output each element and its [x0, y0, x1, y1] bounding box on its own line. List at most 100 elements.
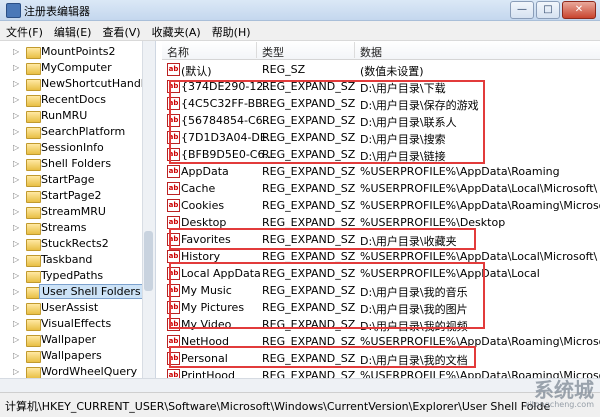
value-data: (数值未设置)	[360, 65, 424, 78]
close-button[interactable]: ✕	[562, 1, 596, 19]
tree-item[interactable]: ▷ VisualEffects	[0, 316, 155, 332]
tree-item[interactable]: ▷ StuckRects2	[0, 236, 155, 252]
tree-item[interactable]: ▷ RunMRU	[0, 108, 155, 124]
window-controls: — □ ✕	[510, 1, 596, 19]
tree-item[interactable]: ▷ MyComputer	[0, 60, 155, 76]
tree-item-label: SessionInfo	[41, 141, 104, 154]
expand-arrow-icon[interactable]: ▷	[13, 175, 19, 184]
expand-arrow-icon[interactable]: ▷	[13, 367, 19, 376]
menu-help[interactable]: 帮助(H)	[206, 21, 256, 40]
expand-arrow-icon[interactable]: ▷	[13, 223, 19, 232]
tree-item[interactable]: ▷ SessionInfo	[0, 140, 155, 156]
expand-arrow-icon[interactable]: ▷	[13, 335, 19, 344]
folder-icon	[26, 79, 41, 91]
horizontal-scrollbar[interactable]	[0, 378, 600, 392]
expand-arrow-icon[interactable]: ▷	[13, 303, 19, 312]
tree-item[interactable]: ▷ SearchPlatform	[0, 124, 155, 140]
minimize-button[interactable]: —	[510, 1, 534, 19]
expand-arrow-icon[interactable]: ▷	[13, 287, 19, 296]
value-name: Cache	[181, 182, 216, 195]
expand-arrow-icon[interactable]: ▷	[13, 79, 19, 88]
expand-arrow-icon[interactable]: ▷	[13, 207, 19, 216]
value-row[interactable]: ab Cache REG_EXPAND_SZ %USERPROFILE%\AppDat…	[162, 180, 600, 197]
tree-item-label: UserAssist	[41, 301, 99, 314]
tree-item[interactable]: ▷ Streams	[0, 220, 155, 236]
expand-arrow-icon[interactable]: ▷	[13, 351, 19, 360]
string-value-icon: ab	[167, 199, 180, 212]
value-type: REG_EXPAND_SZ	[262, 199, 356, 212]
expand-arrow-icon[interactable]: ▷	[13, 127, 19, 136]
folder-icon	[26, 367, 41, 378]
expand-arrow-icon[interactable]: ▷	[13, 239, 19, 248]
value-name: PrintHood	[181, 369, 236, 378]
tree-item[interactable]: ▷ RecentDocs	[0, 92, 155, 108]
tree-item-label: VisualEffects	[41, 317, 112, 330]
tree-item[interactable]: ▷ MountPoints2	[0, 44, 155, 60]
tree-scroll-thumb[interactable]	[144, 231, 153, 291]
column-header-type[interactable]: 类型	[262, 44, 284, 60]
value-row[interactable]: ab AppData REG_EXPAND_SZ %USERPROFILE%\AppD…	[162, 163, 600, 180]
watermark-url: xitongcheng.com	[524, 400, 594, 409]
tree-item[interactable]: ▷ UserAssist	[0, 300, 155, 316]
tree-item[interactable]: ▷ TypedPaths	[0, 268, 155, 284]
highlight-box	[169, 80, 485, 164]
value-name: (默认)	[181, 65, 212, 78]
expand-arrow-icon[interactable]: ▷	[13, 47, 19, 56]
expand-arrow-icon[interactable]: ▷	[13, 143, 19, 152]
folder-icon	[26, 47, 41, 59]
tree-item-label: Wallpaper	[41, 333, 97, 346]
highlight-box	[169, 346, 476, 368]
folder-icon	[26, 303, 41, 315]
tree-item[interactable]: ▷ NewShortcutHandlers	[0, 76, 155, 92]
column-divider[interactable]	[354, 42, 355, 58]
tree-item-label: MountPoints2	[41, 45, 116, 58]
value-data: %USERPROFILE%\AppData\Roaming	[360, 165, 560, 178]
column-divider[interactable]	[256, 42, 257, 58]
expand-arrow-icon[interactable]: ▷	[13, 95, 19, 104]
tree-item-label: TypedPaths	[41, 269, 104, 282]
tree-item[interactable]: ▷ Shell Folders	[0, 156, 155, 172]
tree-item-label: StartPage	[41, 173, 95, 186]
tree-item-label: StartPage2	[41, 189, 102, 202]
tree-item[interactable]: ▷ WordWheelQuery	[0, 364, 155, 378]
column-header-name[interactable]: 名称	[167, 44, 189, 60]
expand-arrow-icon[interactable]: ▷	[13, 319, 19, 328]
expand-arrow-icon[interactable]: ▷	[13, 111, 19, 120]
value-row[interactable]: ab Cookies REG_EXPAND_SZ %USERPROFILE%\AppD…	[162, 197, 600, 214]
tree-item-label: RunMRU	[41, 109, 88, 122]
folder-icon	[26, 159, 41, 171]
value-type: REG_SZ	[262, 63, 306, 76]
column-header-data[interactable]: 数据	[360, 44, 382, 60]
folder-icon	[26, 239, 41, 251]
maximize-button[interactable]: □	[536, 1, 560, 19]
tree-item-label: StuckRects2	[41, 237, 109, 250]
folder-icon	[26, 223, 41, 235]
folder-icon	[26, 207, 41, 219]
string-value-icon: ab	[167, 165, 180, 178]
expand-arrow-icon[interactable]: ▷	[13, 159, 19, 168]
string-value-icon: ab	[167, 63, 180, 76]
expand-arrow-icon[interactable]: ▷	[13, 271, 19, 280]
tree-item[interactable]: ▷ Wallpapers	[0, 348, 155, 364]
tree-item[interactable]: ▷ Wallpaper	[0, 332, 155, 348]
expand-arrow-icon[interactable]: ▷	[13, 255, 19, 264]
tree-item[interactable]: ▷ Taskband	[0, 252, 155, 268]
key-tree[interactable]: ▷ MountPoints2 ▷ MyComputer ▷ NewShortcutHand…	[0, 41, 156, 378]
status-bar: 计算机\HKEY_CURRENT_USER\Software\Microsoft…	[0, 392, 600, 417]
tree-item[interactable]: ▷ StartPage	[0, 172, 155, 188]
string-value-icon: ab	[167, 182, 180, 195]
menu-view[interactable]: 查看(V)	[96, 21, 145, 40]
string-value-icon: ab	[167, 369, 180, 378]
tree-item[interactable]: ▷ StreamMRU	[0, 204, 155, 220]
menu-file[interactable]: 文件(F)	[0, 21, 48, 40]
folder-icon	[26, 255, 41, 267]
expand-arrow-icon[interactable]: ▷	[13, 63, 19, 72]
value-row[interactable]: ab (默认) REG_SZ (数值未设置)	[162, 61, 600, 78]
tree-item[interactable]: ▷ StartPage2	[0, 188, 155, 204]
tree-item-label: Taskband	[41, 253, 93, 266]
menu-edit[interactable]: 编辑(E)	[48, 21, 97, 40]
tree-scrollbar[interactable]	[142, 41, 155, 378]
tree-item[interactable]: ▷ User Shell Folders	[0, 284, 155, 300]
menu-favorites[interactable]: 收藏夹(A)	[146, 21, 206, 40]
expand-arrow-icon[interactable]: ▷	[13, 191, 19, 200]
